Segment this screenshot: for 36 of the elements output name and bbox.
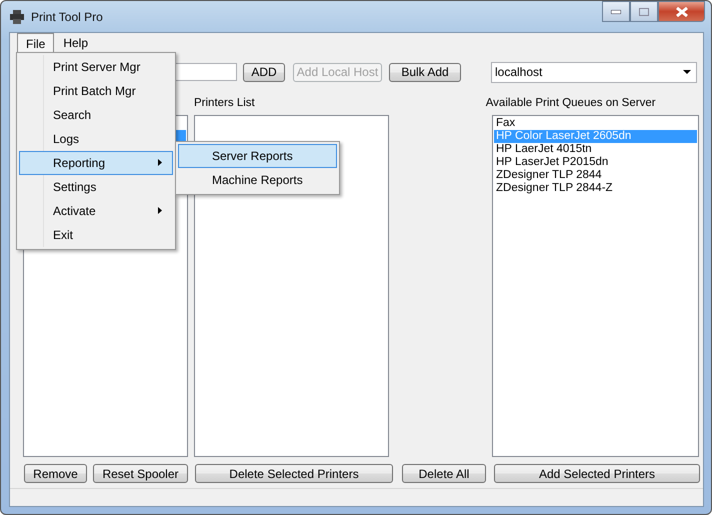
menu-item[interactable]: Activate: [19, 199, 173, 223]
action-button[interactable]: Add Selected Printers: [494, 464, 700, 483]
minimize-button[interactable]: [602, 1, 630, 22]
action-button[interactable]: Delete Selected Printers: [195, 464, 393, 483]
dropdown-arrow-icon: [683, 70, 691, 74]
close-button[interactable]: [658, 1, 705, 22]
server-dropdown[interactable]: localhost: [491, 62, 697, 82]
list-item[interactable]: Fax: [494, 117, 697, 130]
window-title: Print Tool Pro: [31, 10, 103, 24]
menu-item[interactable]: Logs: [19, 127, 173, 151]
action-button[interactable]: Remove: [24, 464, 87, 483]
list-label: Printers List: [194, 97, 255, 111]
print-queues-list[interactable]: Fax HP Color LaserJet 2605dn HP LaerJet 4015tn HP LaserJet P2015dn ZDesigner TLP 2844 ZDesigner TLP 2844-Z: [492, 115, 699, 457]
menu-item[interactable]: Search: [19, 103, 173, 127]
menu-item[interactable]: Machine Reports: [178, 168, 337, 192]
menu-item[interactable]: Server Reports: [178, 144, 337, 168]
toolbar-button[interactable]: Bulk Add: [389, 62, 461, 82]
menu-item[interactable]: Reporting: [19, 151, 173, 175]
list-label: Available Print Queues on Server: [486, 97, 656, 111]
menu-item[interactable]: Settings: [19, 175, 173, 199]
menu-item[interactable]: Help: [54, 33, 98, 53]
close-icon: [676, 6, 688, 16]
minimize-icon: [611, 10, 621, 14]
menu-item[interactable]: Exit: [19, 223, 173, 247]
action-button[interactable]: Reset Spooler: [93, 464, 188, 483]
list-item[interactable]: ZDesigner TLP 2844-Z: [494, 182, 697, 195]
toolbar-button[interactable]: ADD: [243, 62, 285, 82]
list-item[interactable]: HP LaerJet 4015tn: [494, 143, 697, 156]
list-item[interactable]: ZDesigner TLP 2844: [494, 169, 697, 182]
menu-item[interactable]: File: [17, 33, 54, 53]
menu-item[interactable]: Print Server Mgr: [19, 55, 173, 79]
maximize-icon: [639, 8, 649, 16]
list-item[interactable]: HP LaserJet P2015dn: [494, 156, 697, 169]
printer-icon: [9, 8, 25, 24]
action-button[interactable]: Delete All: [402, 464, 486, 483]
menu-item[interactable]: Print Batch Mgr: [19, 79, 173, 103]
